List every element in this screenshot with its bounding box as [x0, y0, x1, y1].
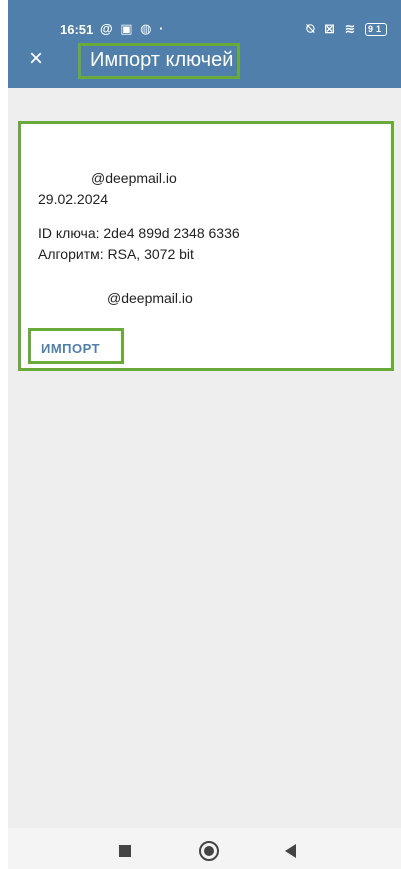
back-icon[interactable]	[285, 844, 296, 858]
recents-icon[interactable]	[119, 845, 131, 857]
status-time: 16:51	[60, 22, 94, 37]
key-id: ID ключа: 2de4 899d 2348 6336	[38, 225, 240, 241]
key-date: 29.02.2024	[38, 191, 109, 207]
import-button[interactable]: ИМПОРТ	[41, 341, 100, 356]
home-icon[interactable]	[199, 841, 219, 861]
close-icon[interactable]: ×	[24, 47, 48, 71]
status-icons: ⍉ ⊠ ≋	[306, 21, 359, 36]
app-bar: 16:51 @ ▣ ◍ · ⍉ ⊠ ≋ 91 × Импорт ключей	[8, 0, 401, 88]
status-bar: 16:51 @ ▣ ◍ · ⍉ ⊠ ≋ 91	[8, 0, 401, 37]
page-title: Импорт ключей	[90, 49, 234, 71]
key-algorithm: Алгоритм: RSA, 3072 bit	[38, 246, 194, 262]
battery-icon: 91	[364, 23, 387, 36]
navigation-bar	[8, 828, 401, 869]
user-email: @deepmail.io	[107, 290, 193, 306]
phone-screen: 16:51 @ ▣ ◍ · ⍉ ⊠ ≋ 91 × Импорт ключей @…	[8, 0, 401, 869]
key-email: @deepmail.io	[91, 170, 177, 186]
notification-icons: @ ▣ ◍ ·	[100, 21, 166, 36]
system-icons: ⍉ ⊠ ≋ 91	[307, 21, 387, 37]
